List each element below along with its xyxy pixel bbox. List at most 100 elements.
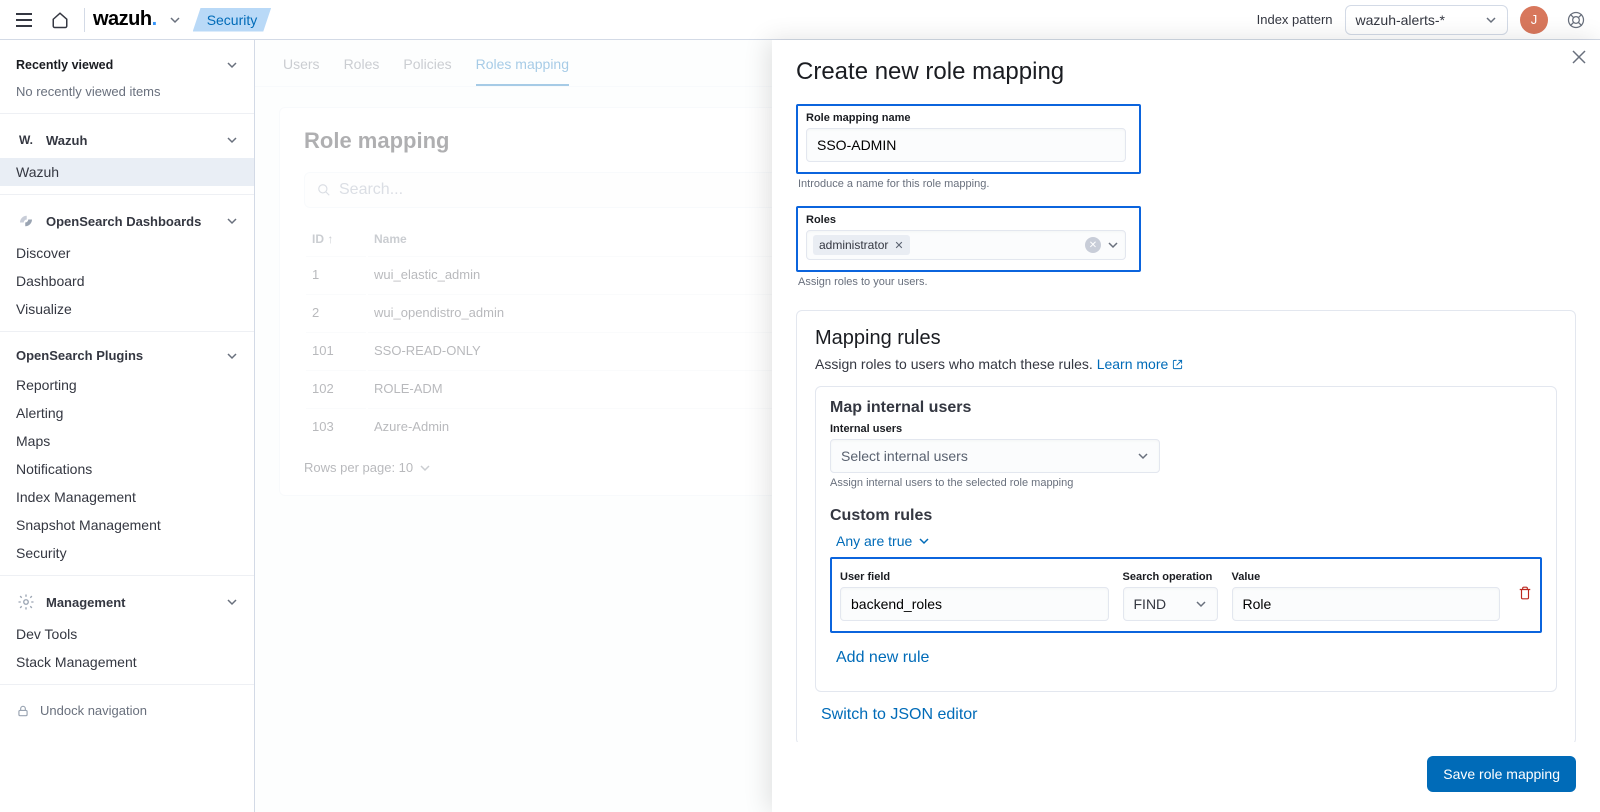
rule-op-select[interactable]: FIND	[1123, 587, 1218, 621]
learn-more-label: Learn more	[1097, 356, 1169, 372]
chevron-down-icon	[226, 350, 238, 362]
search-placeholder: Search...	[339, 181, 403, 199]
close-flyout-button[interactable]	[1572, 50, 1586, 64]
internal-users-placeholder: Select internal users	[841, 448, 968, 464]
sidebar-group-wazuh[interactable]: W. Wazuh	[0, 122, 254, 158]
sidebar-group-osd[interactable]: OpenSearch Dashboards	[0, 203, 254, 239]
sidebar-item-security[interactable]: Security	[0, 539, 254, 567]
mapping-rules-sub-text: Assign roles to users who match these ru…	[815, 356, 1097, 372]
delete-rule-button[interactable]	[1518, 585, 1532, 601]
gear-icon	[16, 592, 36, 612]
sidebar-item-snapshot-management[interactable]: Snapshot Management	[0, 511, 254, 539]
role-chip-label: administrator	[819, 238, 888, 252]
undock-navigation[interactable]: Undock navigation	[0, 693, 254, 728]
divider	[84, 8, 85, 32]
topbar-right: Index pattern wazuh-alerts-* J	[1257, 4, 1592, 36]
role-mapping-name-input[interactable]	[806, 128, 1126, 162]
sidebar-group-plugins[interactable]: OpenSearch Plugins	[0, 340, 254, 371]
sort-asc-icon: ↑	[327, 232, 333, 246]
role-chip: administrator ✕	[813, 235, 910, 255]
roles-help: Assign roles to your users.	[798, 276, 1574, 288]
chevron-down-icon	[1485, 14, 1497, 26]
sidebar-group-plugins-label: OpenSearch Plugins	[16, 348, 216, 363]
chevron-down-icon	[1137, 450, 1149, 462]
rows-per-page-label: Rows per page: 10	[304, 460, 413, 475]
brand-logo: wazuh.	[93, 8, 157, 31]
sidebar-item-notifications[interactable]: Notifications	[0, 455, 254, 483]
tab-users[interactable]: Users	[283, 56, 320, 86]
breadcrumb-current[interactable]: Security	[193, 8, 272, 32]
chevron-down-icon	[918, 535, 930, 547]
tab-roles-mapping[interactable]: Roles mapping	[476, 56, 569, 86]
rule-op-col: Search operation FIND	[1123, 565, 1218, 621]
roles-dropdown-toggle[interactable]	[1107, 239, 1119, 251]
index-pattern-label: Index pattern	[1257, 12, 1333, 27]
clear-roles-button[interactable]: ✕	[1085, 237, 1101, 253]
internal-users-hint: Assign internal users to the selected ro…	[830, 477, 1542, 489]
sidebar-item-wazuh[interactable]: Wazuh	[0, 158, 254, 186]
help-button[interactable]	[1560, 4, 1592, 36]
lifebuoy-icon	[1566, 10, 1586, 30]
external-link-icon	[1172, 359, 1183, 370]
mapping-rules-heading: Mapping rules	[815, 327, 1557, 350]
tab-policies[interactable]: Policies	[403, 56, 451, 86]
sidebar-item-dashboard[interactable]: Dashboard	[0, 267, 254, 295]
rule-value-input[interactable]	[1232, 587, 1501, 621]
close-icon	[1572, 50, 1586, 64]
create-role-mapping-flyout: Create new role mapping Role mapping nam…	[772, 40, 1600, 812]
sidebar-item-discover[interactable]: Discover	[0, 239, 254, 267]
chevron-down-icon	[419, 462, 431, 474]
sidebar-item-index-management[interactable]: Index Management	[0, 483, 254, 511]
roles-combobox[interactable]: administrator ✕ ✕	[806, 230, 1126, 260]
sidebar-recently-viewed-header[interactable]: Recently viewed	[0, 52, 254, 78]
chevron-down-icon	[226, 596, 238, 608]
hamburger-icon	[16, 13, 32, 27]
sidebar-item-maps[interactable]: Maps	[0, 427, 254, 455]
topbar-left: wazuh. Security	[8, 4, 271, 36]
index-pattern-select[interactable]: wazuh-alerts-*	[1345, 5, 1508, 35]
mapping-rules-panel: Mapping rules Assign roles to users who …	[796, 310, 1576, 742]
index-pattern-value: wazuh-alerts-*	[1356, 12, 1445, 28]
rule-user-field-input[interactable]	[840, 587, 1109, 621]
cell-id: 102	[306, 370, 366, 406]
home-button[interactable]	[44, 4, 76, 36]
brand-dot: .	[152, 8, 157, 30]
brand-text: wazuh	[93, 8, 152, 30]
roles-group: Roles administrator ✕ ✕	[796, 206, 1141, 272]
add-new-rule-link[interactable]: Add new rule	[836, 649, 929, 666]
custom-rule-row: User field Search operation FIND Value	[830, 557, 1542, 633]
home-icon	[51, 11, 69, 29]
sidebar-item-visualize[interactable]: Visualize	[0, 295, 254, 323]
wazuh-mini-logo: W.	[16, 130, 36, 150]
roles-label: Roles	[806, 214, 1131, 226]
sidebar-group-management[interactable]: Management	[0, 584, 254, 620]
sidebar-item-reporting[interactable]: Reporting	[0, 371, 254, 399]
tab-roles[interactable]: Roles	[344, 56, 380, 86]
learn-more-link[interactable]: Learn more	[1097, 356, 1183, 372]
avatar-initial: J	[1531, 12, 1538, 27]
internal-users-select[interactable]: Select internal users	[830, 439, 1160, 473]
recently-viewed-empty: No recently viewed items	[0, 78, 254, 105]
map-internal-users-heading: Map internal users	[830, 399, 1542, 417]
avatar[interactable]: J	[1520, 6, 1548, 34]
divider	[0, 113, 254, 114]
remove-role-chip[interactable]: ✕	[894, 239, 903, 252]
opensearch-icon	[16, 211, 36, 231]
switch-json-editor-link[interactable]: Switch to JSON editor	[821, 706, 978, 723]
topbar: wazuh. Security Index pattern wazuh-aler…	[0, 0, 1600, 40]
rules-inner-panel: Map internal users Internal users Select…	[815, 386, 1557, 692]
sidebar-item-stack-management[interactable]: Stack Management	[0, 648, 254, 676]
chevron-down-icon	[226, 59, 238, 71]
cell-id: 2	[306, 294, 366, 330]
divider	[0, 331, 254, 332]
undock-label: Undock navigation	[40, 703, 147, 718]
col-id[interactable]: ID ↑	[306, 224, 366, 254]
divider	[0, 684, 254, 685]
menu-toggle-button[interactable]	[8, 4, 40, 36]
save-role-mapping-button[interactable]: Save role mapping	[1427, 756, 1576, 792]
sidebar-item-devtools[interactable]: Dev Tools	[0, 620, 254, 648]
flyout-title: Create new role mapping	[796, 58, 1576, 86]
chevron-down-icon	[1107, 239, 1119, 251]
rule-match-mode[interactable]: Any are true	[836, 533, 930, 549]
sidebar-item-alerting[interactable]: Alerting	[0, 399, 254, 427]
